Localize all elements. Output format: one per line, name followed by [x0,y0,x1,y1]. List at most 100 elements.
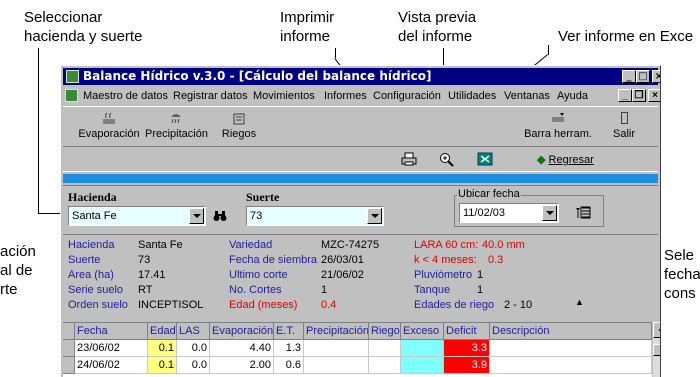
cell-exceso[interactable] [401,340,444,357]
info-siembra-value: 26/03/01 [321,254,364,266]
info-area-label: Area (ha) [68,269,114,281]
menu-ayuda[interactable]: Ayuda [557,89,588,103]
selection-panel: Hacienda Santa Fe Suerte 73 Ubicar fecha… [63,185,658,233]
cell-precipitacion[interactable] [304,340,369,357]
cell-riego[interactable] [369,340,401,357]
grid-header-evaporacion[interactable]: Evaporación [210,323,274,340]
cell-fecha[interactable]: 23/06/02 [75,340,148,357]
cell-et[interactable]: 0.6 [274,357,304,374]
title-bar: Balance Hídrico v.3.0 - [Cálculo del bal… [63,68,660,85]
menu-maestro[interactable]: Maestro de datos [83,89,168,103]
scroll-thumb[interactable] [653,344,660,356]
printer-icon[interactable] [401,152,417,166]
info-k-value: 0.3 [488,254,504,266]
grid-header-riego[interactable]: Riego [369,323,401,340]
dropdown-arrow-icon[interactable] [189,208,204,224]
cell-edad[interactable]: 0.1 [148,340,177,357]
grid-header-las[interactable]: LAS [177,323,210,340]
cell-riego[interactable] [369,357,401,374]
grid-header-et[interactable]: E.T. [274,323,304,340]
evaporation-icon [103,112,115,124]
toolbar-config-icon [552,113,564,122]
cell-evaporacion[interactable]: 4.40 [210,340,274,357]
barra-herram-button[interactable]: Barra herram. [523,111,593,140]
evaporacion-button[interactable]: Evaporación [77,111,141,140]
scroll-up-button[interactable]: ▲ [653,322,660,338]
info-corte-label: Ultimo corte [229,269,288,281]
cell-las[interactable]: 0.0 [177,340,210,357]
menu-utilidades[interactable]: Utilidades [448,89,496,103]
riegos-button[interactable]: Riegos [219,111,259,140]
grid-header-precipitacion[interactable]: Precipitación [304,323,369,340]
cell-edad[interactable]: 0.1 [148,357,177,374]
mdi-restore-button[interactable]: ❐ [632,89,646,102]
salir-button[interactable]: Salir [609,111,639,140]
grid-corner [63,323,75,340]
info-panel: Hacienda Santa Fe Suerte 73 Area (ha) 17… [63,234,658,320]
menu-informes[interactable]: Informes [324,89,367,103]
excel-export-icon[interactable] [477,152,493,166]
cell-las[interactable]: 0.0 [177,357,210,374]
grid-vertical-scrollbar[interactable]: ▲ [652,322,660,377]
menu-bar: Maestro de datos Registrar datos Movimie… [63,87,660,105]
grid-header-fecha[interactable]: Fecha [75,323,148,340]
info-tanque-value: 1 [477,284,484,296]
info-variedad-value: MZC-74275 [321,239,380,251]
zoom-preview-icon[interactable] [439,152,455,167]
callout-text: cons [664,285,696,302]
callout-right-partial: Sele fecha cons [664,246,700,303]
menu-ventanas[interactable]: Ventanas [504,89,550,103]
cell-precipitacion[interactable] [304,357,369,374]
ubicar-fecha-select[interactable]: 11/02/03 [459,203,559,223]
grid-header-exceso[interactable]: Exceso [401,323,444,340]
cell-et[interactable]: 1.3 [274,340,304,357]
binoculars-icon[interactable] [213,210,227,222]
grid-header-descripcion[interactable]: Descripción [490,323,652,340]
dropdown-arrow-icon[interactable] [542,205,557,221]
dropdown-arrow-icon[interactable] [367,208,382,224]
mdi-icon[interactable] [65,89,78,102]
maximize-button[interactable]: □ [636,70,650,83]
precipitacion-label: Precipitación [145,128,208,140]
menu-movimientos[interactable]: Movimientos [253,89,315,103]
cell-exceso[interactable] [401,357,444,374]
mdi-minimize-button[interactable]: _ [618,89,632,102]
precipitacion-button[interactable]: Precipitación [145,111,208,140]
app-icon [66,70,79,83]
minimize-button[interactable]: _ [622,70,636,83]
callout-imprimir: Imprimir informe [280,8,334,46]
cell-deficit[interactable]: 3.9 [444,357,490,374]
cell-descripcion[interactable] [490,357,652,374]
menu-registrar[interactable]: Registrar datos [173,89,248,103]
info-orden-value: INCEPTISOL [138,299,204,311]
close-button[interactable]: × [652,70,660,83]
mdi-close-button[interactable]: × [648,89,660,102]
cell-descripcion[interactable] [490,340,652,357]
ubicar-fecha-label: Ubicar fecha [457,188,521,200]
info-orden-label: Orden suelo [68,299,128,311]
info-ncortes-label: No. Cortes [229,284,282,296]
callout-text: al de [0,262,33,279]
row-selector[interactable] [63,357,75,374]
row-selector[interactable] [63,340,75,357]
info-suerte-label: Suerte [68,254,101,266]
hacienda-select[interactable]: Santa Fe [68,206,206,226]
regresar-button[interactable]: ◆ Regresar [537,153,594,166]
cell-fecha[interactable]: 24/06/02 [75,357,148,374]
report-toolbar: ◆ Regresar [63,146,658,172]
callout-seleccionar: Seleccionar hacienda y suerte [24,8,142,46]
info-edad-value: 0.4 [321,299,337,311]
hacienda-label: Hacienda [68,190,117,204]
callout-text: informe [280,28,331,45]
cell-evaporacion[interactable]: 2.00 [210,357,274,374]
cell-deficit[interactable]: 3.3 [444,340,490,357]
suerte-select[interactable]: 73 [246,206,384,226]
info-hacienda-value: Santa Fe [138,239,183,251]
info-serie-value: RT [138,284,153,296]
riegos-label: Riegos [221,128,257,140]
go-to-date-icon[interactable] [575,206,591,220]
grid-header-deficit[interactable]: Deficit [444,323,490,340]
menu-configuracion[interactable]: Configuración [373,89,441,103]
grid-header-edad[interactable]: Edad [148,323,177,340]
callout-text: Imprimir [280,9,335,26]
